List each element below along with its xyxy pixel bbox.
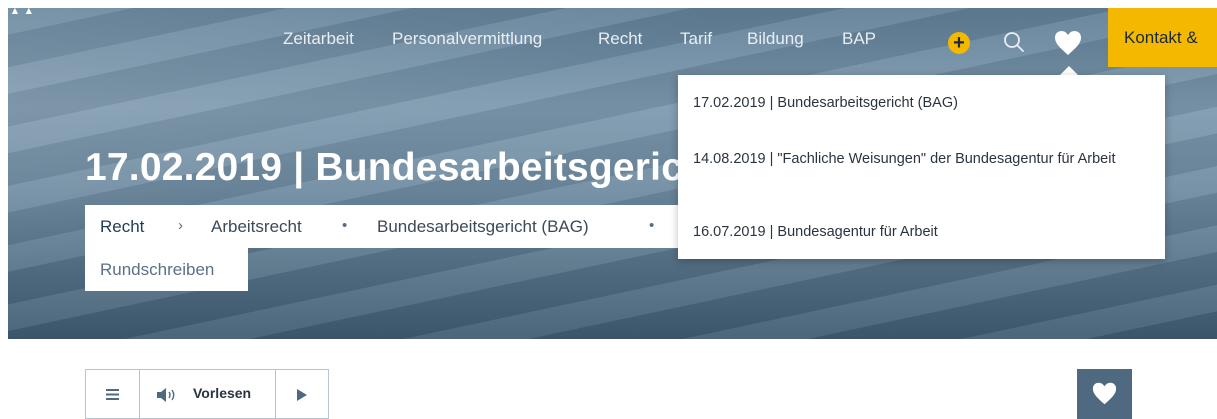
read-aloud-button[interactable]: Vorlesen	[139, 370, 276, 418]
nav-item-bap[interactable]: BAP	[842, 29, 876, 49]
favorite-item[interactable]: 17.02.2019 | Bundesarbeitsgericht (BAG)	[693, 93, 1153, 113]
breadcrumb-separator: •	[649, 217, 655, 234]
nav-item-personalvermittlung[interactable]: Personalvermittlung	[392, 29, 542, 49]
menu-icon	[106, 389, 119, 400]
nav-item-zeitarbeit[interactable]: Zeitarbeit	[283, 29, 354, 49]
nav-item-bildung[interactable]: Bildung	[747, 29, 804, 49]
contact-button[interactable]: Kontakt &	[1108, 8, 1217, 67]
favorite-item[interactable]: 14.08.2019 | "Fachliche Weisungen" der B…	[693, 149, 1153, 169]
heart-icon[interactable]	[1053, 29, 1083, 57]
search-icon[interactable]	[1002, 30, 1026, 54]
heart-icon	[1092, 382, 1117, 405]
nav-item-tarif[interactable]: Tarif	[680, 29, 712, 49]
page-title: 17.02.2019 | Bundesarbeitsgeric	[85, 146, 684, 189]
breadcrumb-separator: ›	[178, 217, 183, 234]
main-nav: Zeitarbeit Personalvermittlung Recht Tar…	[0, 8, 1217, 68]
favorite-item[interactable]: 16.07.2019 | Bundesagentur für Arbeit	[693, 222, 1153, 242]
breadcrumb-item-recht[interactable]: Recht	[100, 217, 144, 237]
breadcrumb-item-bag[interactable]: Bundesarbeitsgericht (BAG)	[377, 217, 589, 237]
read-aloud-toolbar: Vorlesen	[85, 369, 329, 419]
breadcrumb-separator: •	[342, 217, 348, 234]
favorite-button[interactable]	[1077, 369, 1132, 419]
read-aloud-label: Vorlesen	[193, 385, 252, 401]
play-button[interactable]	[275, 370, 329, 418]
breadcrumb-continued: Rundschreiben	[85, 248, 248, 291]
play-icon	[297, 389, 307, 401]
menu-button[interactable]	[86, 370, 140, 418]
favorites-dropdown: 17.02.2019 | Bundesarbeitsgericht (BAG) …	[678, 75, 1165, 259]
nav-item-recht[interactable]: Recht	[598, 29, 642, 49]
breadcrumb-item-rundschreiben[interactable]: Rundschreiben	[100, 260, 214, 280]
speaker-icon	[157, 388, 175, 402]
breadcrumb-item-arbeitsrecht[interactable]: Arbeitsrecht	[211, 217, 302, 237]
plus-icon[interactable]: +	[948, 32, 970, 54]
breadcrumb: Recht › Arbeitsrecht • Bundesarbeitsgeri…	[85, 205, 678, 248]
